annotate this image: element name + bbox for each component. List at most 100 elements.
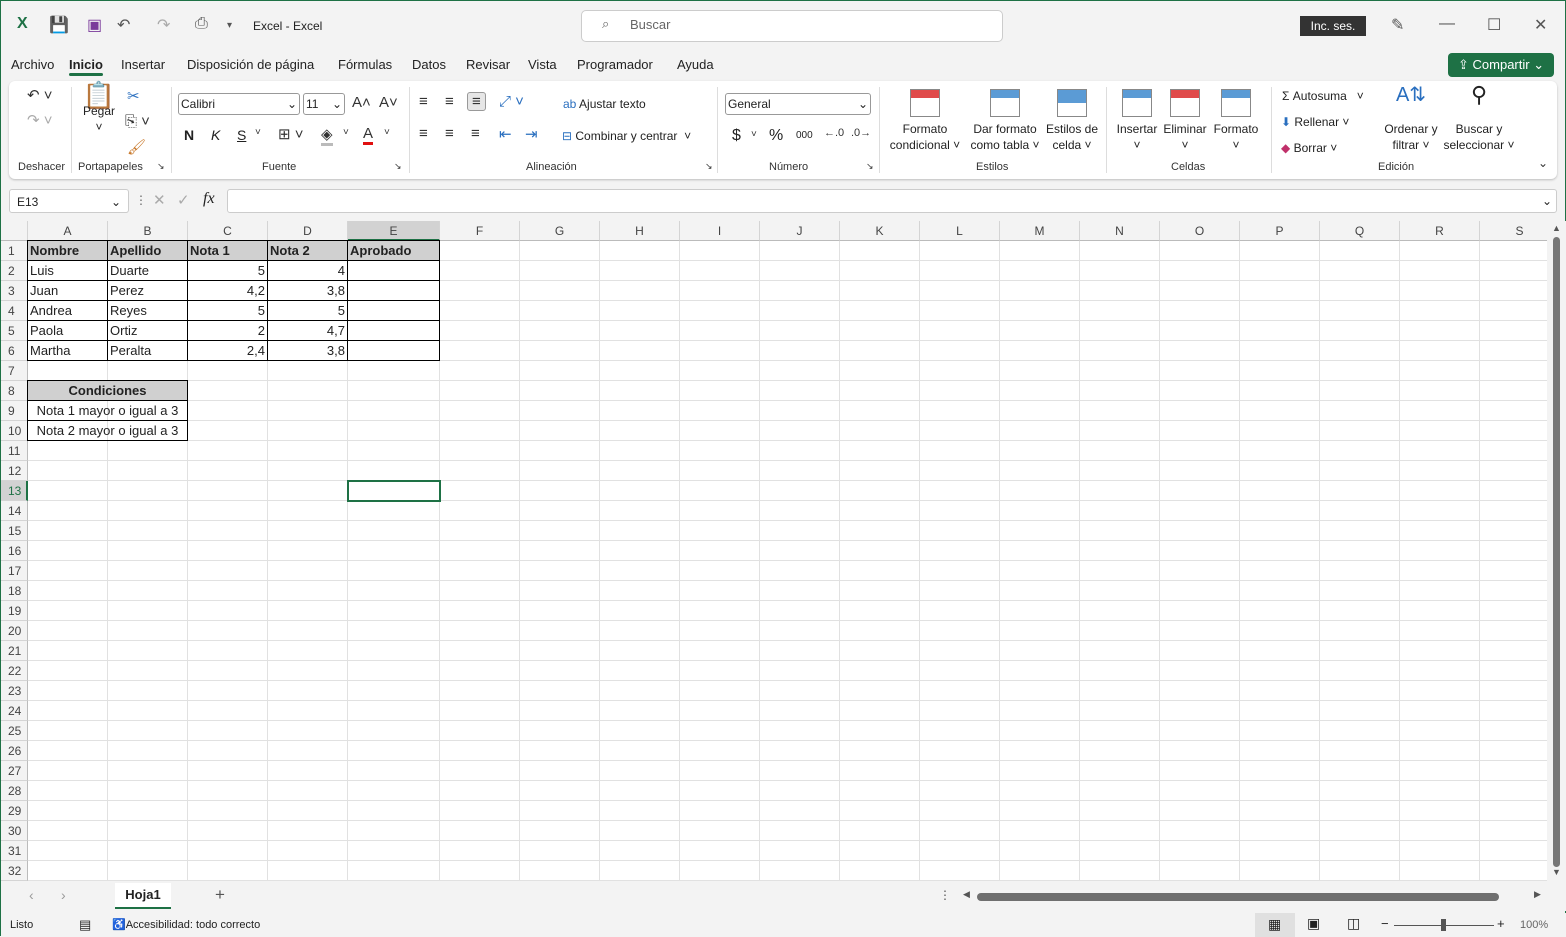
cell[interactable] [1400,601,1480,621]
cell[interactable] [348,361,440,381]
cell[interactable] [760,821,840,841]
cell[interactable] [1080,721,1160,741]
cell[interactable] [28,461,108,481]
cell[interactable] [268,381,348,401]
cell[interactable] [28,361,108,381]
cell[interactable] [1240,541,1320,561]
cell[interactable] [28,781,108,801]
cell[interactable] [108,701,188,721]
condition-item[interactable]: Nota 2 mayor o igual a 3 [27,420,188,441]
cell[interactable] [1000,381,1080,401]
cell[interactable] [1480,281,1547,301]
cell[interactable] [1000,741,1080,761]
cell[interactable] [520,641,600,661]
row-header[interactable]: 17 [1,561,28,581]
column-header[interactable]: N [1080,221,1160,241]
cell[interactable] [1080,441,1160,461]
cell[interactable] [1000,341,1080,361]
cell[interactable] [108,661,188,681]
row-header[interactable]: 18 [1,581,28,601]
horizontal-scrollbar[interactable] [977,893,1499,901]
cell[interactable] [1000,401,1080,421]
increase-indent-icon[interactable]: ⇥ [525,125,538,143]
zoom-in-button[interactable]: + [1497,916,1505,931]
column-header[interactable]: I [680,221,760,241]
row-header[interactable]: 15 [1,521,28,541]
cell[interactable] [680,241,760,261]
cell[interactable] [1480,401,1547,421]
cell[interactable] [1320,301,1400,321]
cell[interactable] [680,301,760,321]
cell[interactable] [108,501,188,521]
cell[interactable] [600,561,680,581]
decrease-indent-icon[interactable]: ⇤ [499,125,512,143]
cell[interactable] [28,481,108,501]
tab-formulas[interactable]: Fórmulas [338,57,392,72]
close-button[interactable]: ✕ [1534,15,1547,35]
cell[interactable] [268,801,348,821]
cell[interactable] [1160,621,1240,641]
cell[interactable] [600,581,680,601]
cell[interactable] [840,241,920,261]
cell[interactable] [1160,521,1240,541]
cell[interactable] [1080,601,1160,621]
row-header[interactable]: 10 [1,421,28,441]
chevron-down-icon[interactable]: ˅ [255,127,261,138]
thousands-button[interactable]: 000 [796,130,813,141]
data-cell[interactable]: Reyes [107,300,188,321]
cell[interactable] [1480,521,1547,541]
undo-icon[interactable]: ↶ [117,15,130,35]
cell[interactable] [1400,321,1480,341]
cell[interactable] [1480,761,1547,781]
cell[interactable] [840,561,920,581]
cell[interactable] [760,661,840,681]
row-header[interactable]: 22 [1,661,28,681]
cell[interactable] [760,681,840,701]
select-all-corner[interactable] [1,221,28,241]
tab-datos[interactable]: Datos [412,57,446,72]
cell[interactable] [840,321,920,341]
cell[interactable] [1400,681,1480,701]
cell[interactable] [188,801,268,821]
data-cell[interactable] [347,340,440,361]
cell[interactable] [680,401,760,421]
cell[interactable] [268,361,348,381]
cell[interactable] [1400,241,1480,261]
cell[interactable] [760,541,840,561]
currency-button[interactable]: $ [732,127,741,145]
cell[interactable] [520,761,600,781]
cell[interactable] [108,621,188,641]
cell[interactable] [680,701,760,721]
cell[interactable] [520,341,600,361]
cell[interactable] [600,241,680,261]
column-header[interactable]: K [840,221,920,241]
cell[interactable] [1320,441,1400,461]
cell[interactable] [28,441,108,461]
scrollbar-thumb[interactable] [1553,237,1560,867]
cell[interactable] [760,621,840,641]
cell[interactable] [1080,801,1160,821]
cell[interactable] [1000,621,1080,641]
cell[interactable] [1240,761,1320,781]
cell[interactable] [1480,601,1547,621]
cell[interactable] [28,541,108,561]
tab-archivo[interactable]: Archivo [11,57,54,72]
cell[interactable] [760,261,840,281]
data-cell[interactable]: 4,2 [187,280,268,301]
cell[interactable] [520,861,600,881]
cell[interactable] [348,821,440,841]
formula-input[interactable]: ⌄ [227,189,1557,213]
cell[interactable] [520,741,600,761]
cell[interactable] [268,761,348,781]
cell[interactable] [920,801,1000,821]
cell[interactable] [1480,821,1547,841]
cell[interactable] [348,581,440,601]
cell[interactable] [1080,321,1160,341]
column-header[interactable]: A [28,221,108,241]
cell[interactable] [520,561,600,581]
cell[interactable] [440,521,520,541]
cell[interactable] [1320,361,1400,381]
cell[interactable] [920,861,1000,881]
cell[interactable] [920,241,1000,261]
decrease-font-icon[interactable]: A˅ [379,94,398,111]
